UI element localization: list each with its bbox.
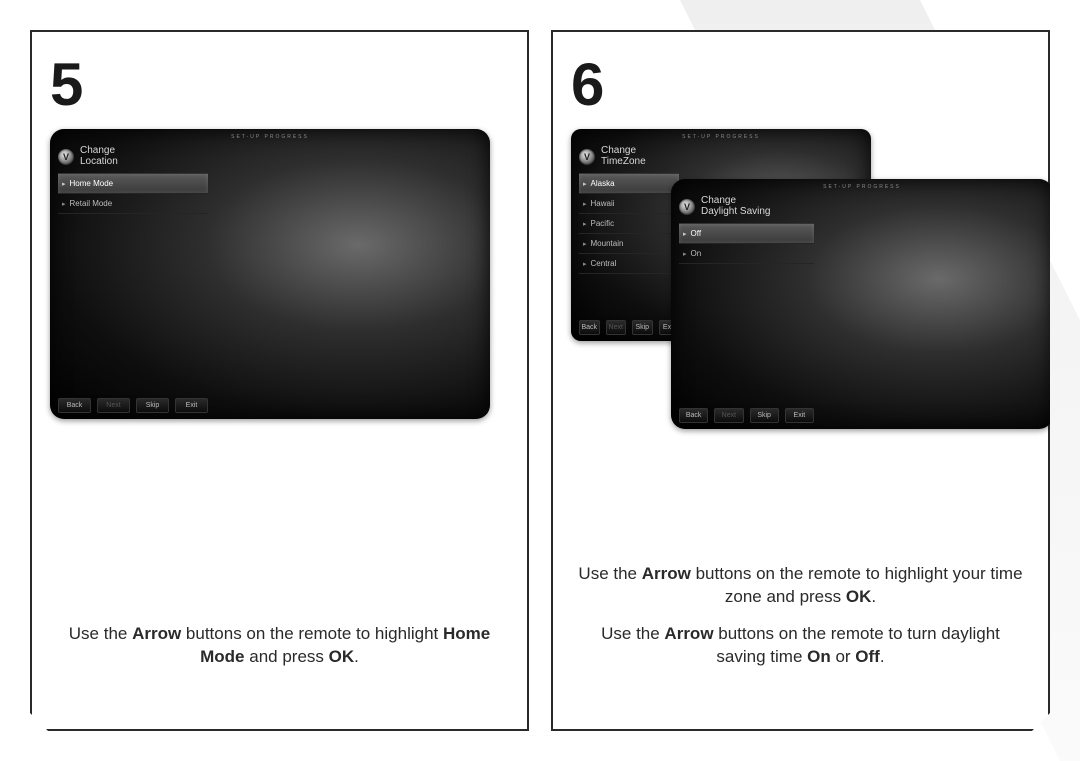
panel-header: V Change Location bbox=[50, 142, 490, 173]
instruction-text: Use the Arrow buttons on the remote to h… bbox=[54, 623, 505, 669]
panel-title-line2: Location bbox=[80, 156, 118, 167]
menu-item-label: Hawaii bbox=[591, 199, 615, 208]
step-card-5: 5 SET-UP PROGRESS V Change Location ▸ Ho… bbox=[30, 30, 529, 731]
menu-item-label: Mountain bbox=[591, 239, 624, 248]
screenshot-area: SET-UP PROGRESS V Change TimeZone ▸ Alask… bbox=[571, 129, 1030, 429]
menu-list: ▸ Off ▸ On bbox=[679, 223, 814, 264]
menu-item-label: Retail Mode bbox=[70, 199, 113, 208]
footer-buttons: Back Next Skip Exit bbox=[679, 408, 814, 423]
setup-progress-label: SET-UP PROGRESS bbox=[571, 129, 871, 142]
next-button[interactable]: Next bbox=[97, 398, 130, 413]
menu-item-home-mode[interactable]: ▸ Home Mode bbox=[58, 174, 208, 194]
step-number: 5 bbox=[50, 50, 509, 119]
page: 5 SET-UP PROGRESS V Change Location ▸ Ho… bbox=[0, 0, 1080, 761]
menu-item-label: Alaska bbox=[591, 179, 615, 188]
chevron-right-icon: ▸ bbox=[583, 260, 587, 268]
exit-button[interactable]: Exit bbox=[175, 398, 208, 413]
tv-screen-location: SET-UP PROGRESS V Change Location ▸ Home… bbox=[50, 129, 490, 419]
panel-title-line1: Change bbox=[601, 145, 636, 156]
menu-item-alaska[interactable]: ▸ Alaska bbox=[579, 174, 679, 194]
skip-button[interactable]: Skip bbox=[632, 320, 653, 335]
back-button[interactable]: Back bbox=[58, 398, 91, 413]
skip-button[interactable]: Skip bbox=[750, 408, 779, 423]
chevron-right-icon: ▸ bbox=[683, 230, 687, 238]
exit-button[interactable]: Exit bbox=[785, 408, 814, 423]
setup-progress-label: SET-UP PROGRESS bbox=[671, 179, 1053, 192]
tv-screen-daylight: SET-UP PROGRESS V Change Daylight Saving… bbox=[671, 179, 1053, 429]
menu-item-label: On bbox=[691, 249, 702, 258]
menu-item-hawaii[interactable]: ▸ Hawaii bbox=[579, 194, 679, 214]
menu-item-retail-mode[interactable]: ▸ Retail Mode bbox=[58, 194, 208, 214]
next-button[interactable]: Next bbox=[714, 408, 743, 423]
panel-header: V Change Daylight Saving bbox=[671, 192, 1053, 223]
menu-item-label: Off bbox=[691, 229, 702, 238]
chevron-right-icon: ▸ bbox=[583, 220, 587, 228]
instruction-text-1: Use the Arrow buttons on the remote to h… bbox=[575, 563, 1026, 609]
panel-title-line1: Change bbox=[701, 195, 736, 206]
instruction-text-2: Use the Arrow buttons on the remote to t… bbox=[575, 623, 1026, 669]
back-button[interactable]: Back bbox=[579, 320, 600, 335]
chevron-right-icon: ▸ bbox=[62, 180, 66, 188]
panel-title-line1: Change bbox=[80, 145, 115, 156]
setup-progress-label: SET-UP PROGRESS bbox=[50, 129, 490, 142]
step-number: 6 bbox=[571, 50, 1030, 119]
instructions: Use the Arrow buttons on the remote to h… bbox=[50, 609, 509, 679]
menu-item-label: Pacific bbox=[591, 219, 615, 228]
menu-item-label: Home Mode bbox=[70, 179, 114, 188]
footer-buttons: Back Next Skip Exit bbox=[579, 320, 679, 335]
screenshot-area: SET-UP PROGRESS V Change Location ▸ Home… bbox=[50, 129, 509, 429]
brand-logo-icon: V bbox=[58, 149, 74, 165]
instructions: Use the Arrow buttons on the remote to h… bbox=[571, 549, 1030, 679]
chevron-right-icon: ▸ bbox=[62, 200, 66, 208]
next-button[interactable]: Next bbox=[606, 320, 627, 335]
menu-item-label: Central bbox=[591, 259, 617, 268]
back-button[interactable]: Back bbox=[679, 408, 708, 423]
menu-item-on[interactable]: ▸ On bbox=[679, 244, 814, 264]
panel-title: Change Location bbox=[80, 146, 118, 167]
chevron-right-icon: ▸ bbox=[583, 200, 587, 208]
panel-title: Change TimeZone bbox=[601, 146, 646, 167]
brand-logo-icon: V bbox=[679, 199, 695, 215]
step-card-6: 6 SET-UP PROGRESS V Change TimeZone ▸ Ala… bbox=[551, 30, 1050, 731]
menu-item-mountain[interactable]: ▸ Mountain bbox=[579, 234, 679, 254]
chevron-right-icon: ▸ bbox=[583, 240, 587, 248]
menu-item-pacific[interactable]: ▸ Pacific bbox=[579, 214, 679, 234]
panel-title-line2: TimeZone bbox=[601, 156, 646, 167]
brand-logo-icon: V bbox=[579, 149, 595, 165]
menu-item-off[interactable]: ▸ Off bbox=[679, 224, 814, 244]
chevron-right-icon: ▸ bbox=[683, 250, 687, 258]
panel-title: Change Daylight Saving bbox=[701, 196, 770, 217]
panel-header: V Change TimeZone bbox=[571, 142, 871, 173]
panel-title-line2: Daylight Saving bbox=[701, 206, 770, 217]
menu-list: ▸ Home Mode ▸ Retail Mode bbox=[58, 173, 208, 214]
footer-buttons: Back Next Skip Exit bbox=[58, 398, 208, 413]
skip-button[interactable]: Skip bbox=[136, 398, 169, 413]
menu-item-central[interactable]: ▸ Central bbox=[579, 254, 679, 274]
chevron-right-icon: ▸ bbox=[583, 180, 587, 188]
menu-list: ▸ Alaska ▸ Hawaii ▸ Pacific ▸ Mountain ▸ Cent… bbox=[579, 173, 679, 274]
